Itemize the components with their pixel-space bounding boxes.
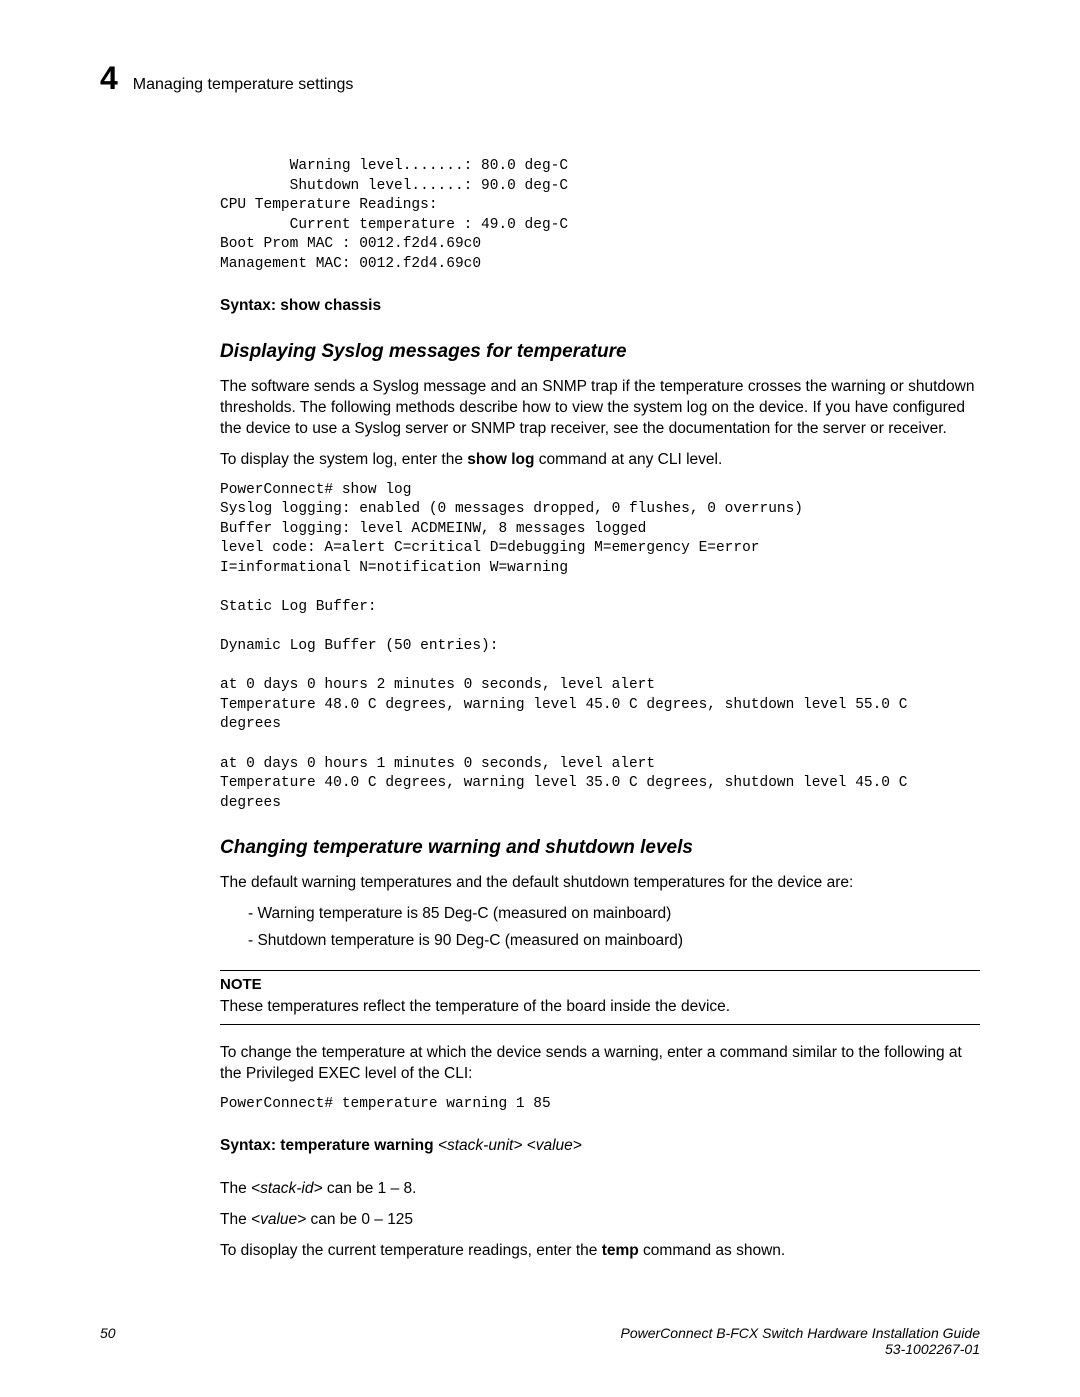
bullet-list: - Warning temperature is 85 Deg-C (measu… <box>248 904 980 952</box>
page-header: 4 Managing temperature settings <box>100 60 980 97</box>
code-block-chassis: Warning level.......: 80.0 deg-C Shutdow… <box>220 157 980 274</box>
text: To disoplay the current temperature read… <box>220 1242 602 1259</box>
text: can be 1 – 8. <box>323 1180 417 1197</box>
content-area: Warning level.......: 80.0 deg-C Shutdow… <box>220 157 980 1262</box>
doc-number: 53-1002267-01 <box>621 1341 981 1357</box>
text: The <box>220 1180 251 1197</box>
text: command as shown. <box>639 1242 785 1259</box>
syntax-label: Syntax: <box>220 297 276 314</box>
chapter-number: 4 <box>100 60 118 97</box>
paragraph: The default warning temperatures and the… <box>220 873 980 894</box>
param: <value> <box>251 1211 306 1228</box>
text: can be 0 – 125 <box>306 1211 413 1228</box>
footer-right: PowerConnect B-FCX Switch Hardware Insta… <box>621 1325 981 1357</box>
note-heading: NOTE <box>220 975 980 995</box>
paragraph: To disoplay the current temperature read… <box>220 1241 980 1262</box>
text: To display the system log, enter the <box>220 451 467 468</box>
heading-change-temp: Changing temperature warning and shutdow… <box>220 835 980 861</box>
code-block-showlog: PowerConnect# show log Syslog logging: e… <box>220 481 980 814</box>
page-footer: 50 PowerConnect B-FCX Switch Hardware In… <box>100 1325 980 1357</box>
code-block-tempwarn: PowerConnect# temperature warning 1 85 <box>220 1095 980 1115</box>
text: command at any CLI level. <box>534 451 722 468</box>
heading-syslog: Displaying Syslog messages for temperatu… <box>220 339 980 365</box>
list-item: - Shutdown temperature is 90 Deg-C (meas… <box>248 931 980 952</box>
divider <box>220 1024 980 1025</box>
divider <box>220 970 980 971</box>
page-number: 50 <box>100 1325 116 1357</box>
syntax-label: Syntax: <box>220 1137 276 1154</box>
param: <stack-id> <box>251 1180 323 1197</box>
syntax-temp-warning: Syntax: temperature warning <stack-unit>… <box>220 1136 980 1157</box>
list-item: - Warning temperature is 85 Deg-C (measu… <box>248 904 980 925</box>
note-body: These temperatures reflect the temperatu… <box>220 997 980 1018</box>
paragraph: To display the system log, enter the sho… <box>220 450 980 471</box>
command-name: show log <box>467 451 534 468</box>
doc-title: PowerConnect B-FCX Switch Hardware Insta… <box>621 1325 981 1341</box>
paragraph: The <value> can be 0 – 125 <box>220 1210 980 1231</box>
syntax-command: temperature warning <box>276 1137 438 1154</box>
paragraph: The <stack-id> can be 1 – 8. <box>220 1179 980 1200</box>
syntax-args: <stack-unit> <value> <box>438 1137 582 1154</box>
syntax-show-chassis: Syntax: show chassis <box>220 296 980 317</box>
header-title: Managing temperature settings <box>133 76 354 94</box>
command-name: temp <box>602 1242 639 1259</box>
syntax-command: show chassis <box>276 297 381 314</box>
paragraph: To change the temperature at which the d… <box>220 1043 980 1085</box>
paragraph: The software sends a Syslog message and … <box>220 377 980 440</box>
page: 4 Managing temperature settings Warning … <box>0 0 1080 1397</box>
text: The <box>220 1211 251 1228</box>
